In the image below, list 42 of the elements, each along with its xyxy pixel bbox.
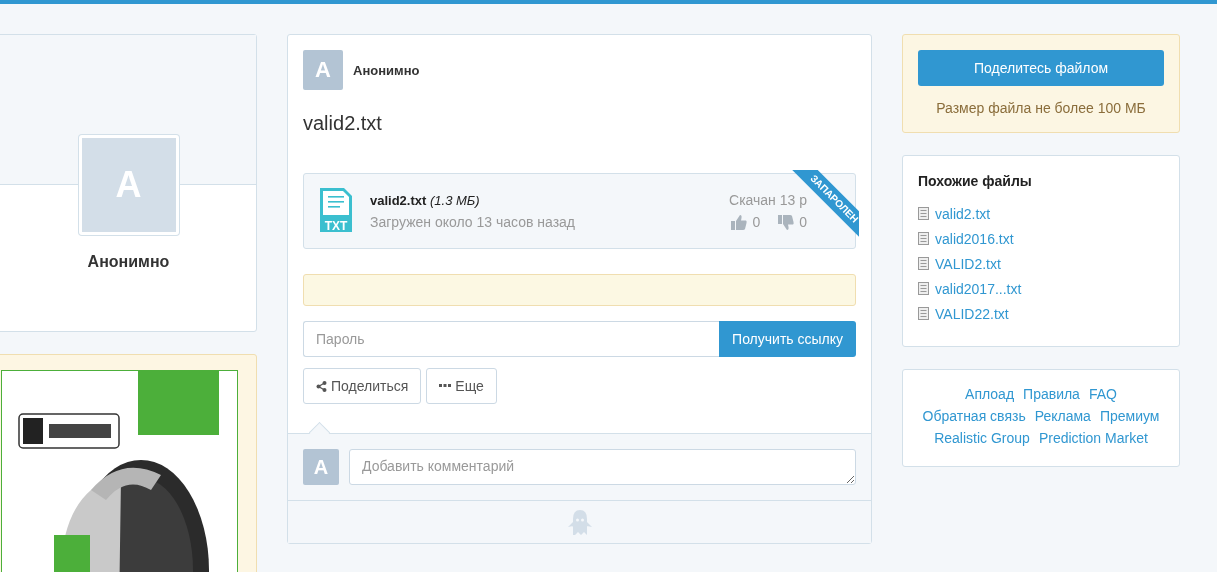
share-file-button[interactable]: Поделитесь файлом <box>918 50 1164 86</box>
avatar: А <box>303 50 343 90</box>
document-icon <box>918 257 929 270</box>
profile-name: Анонимно <box>87 253 170 271</box>
thumbs-down-icon[interactable] <box>778 214 795 230</box>
footer-link[interactable]: FAQ <box>1088 386 1117 402</box>
footer-link[interactable]: Обратная связь <box>922 408 1026 424</box>
more-button[interactable]: Еще <box>426 368 497 404</box>
document-icon <box>918 307 929 320</box>
avatar: А <box>303 449 339 485</box>
password-field[interactable]: Пароль <box>303 321 720 357</box>
comment-field[interactable]: Добавить комментарий <box>349 449 856 485</box>
file-link[interactable]: valid2016.txt <box>935 230 1014 247</box>
ellipsis-icon <box>439 384 452 388</box>
download-count: Скачан 13 р <box>729 192 807 208</box>
file-link[interactable]: VALID2.txt <box>935 255 1001 272</box>
upload-time: Загружен около 13 часов назад <box>370 213 576 230</box>
dislike-count: 0 <box>799 214 807 230</box>
file-name: valid2.txt (1.3 МБ) <box>370 192 481 208</box>
footer-link[interactable]: Realistic Group <box>934 430 1030 446</box>
get-link-button[interactable]: Получить ссылку <box>719 321 856 357</box>
file-title: valid2.txt <box>303 112 383 135</box>
like-count: 0 <box>752 214 761 230</box>
file-link[interactable]: VALID22.txt <box>935 305 1009 322</box>
footer-link[interactable]: Премиум <box>1099 408 1160 424</box>
file-link[interactable]: valid2.txt <box>935 205 991 222</box>
share-icon <box>316 380 327 392</box>
section-title: Похожие файлы <box>918 173 1033 189</box>
text-file-icon <box>318 188 354 234</box>
document-icon <box>918 232 929 245</box>
thumbs-up-icon[interactable] <box>731 214 748 230</box>
share-button[interactable]: Поделиться <box>303 368 422 404</box>
footer-link[interactable]: Реклама <box>1034 408 1091 424</box>
author-name[interactable]: Анонимно <box>353 62 420 78</box>
size-limit-note: Размер файла не более 100 МБ <box>936 100 1146 116</box>
file-link[interactable]: valid2017...txt <box>935 280 1022 297</box>
document-icon <box>918 282 929 295</box>
document-icon <box>918 207 929 220</box>
footer-link[interactable]: Правила <box>1023 386 1080 402</box>
file-type-label: TXT <box>323 219 349 233</box>
footer-link[interactable]: Prediction Market <box>1038 430 1148 446</box>
footer-link[interactable]: Аплоад <box>965 386 1015 402</box>
